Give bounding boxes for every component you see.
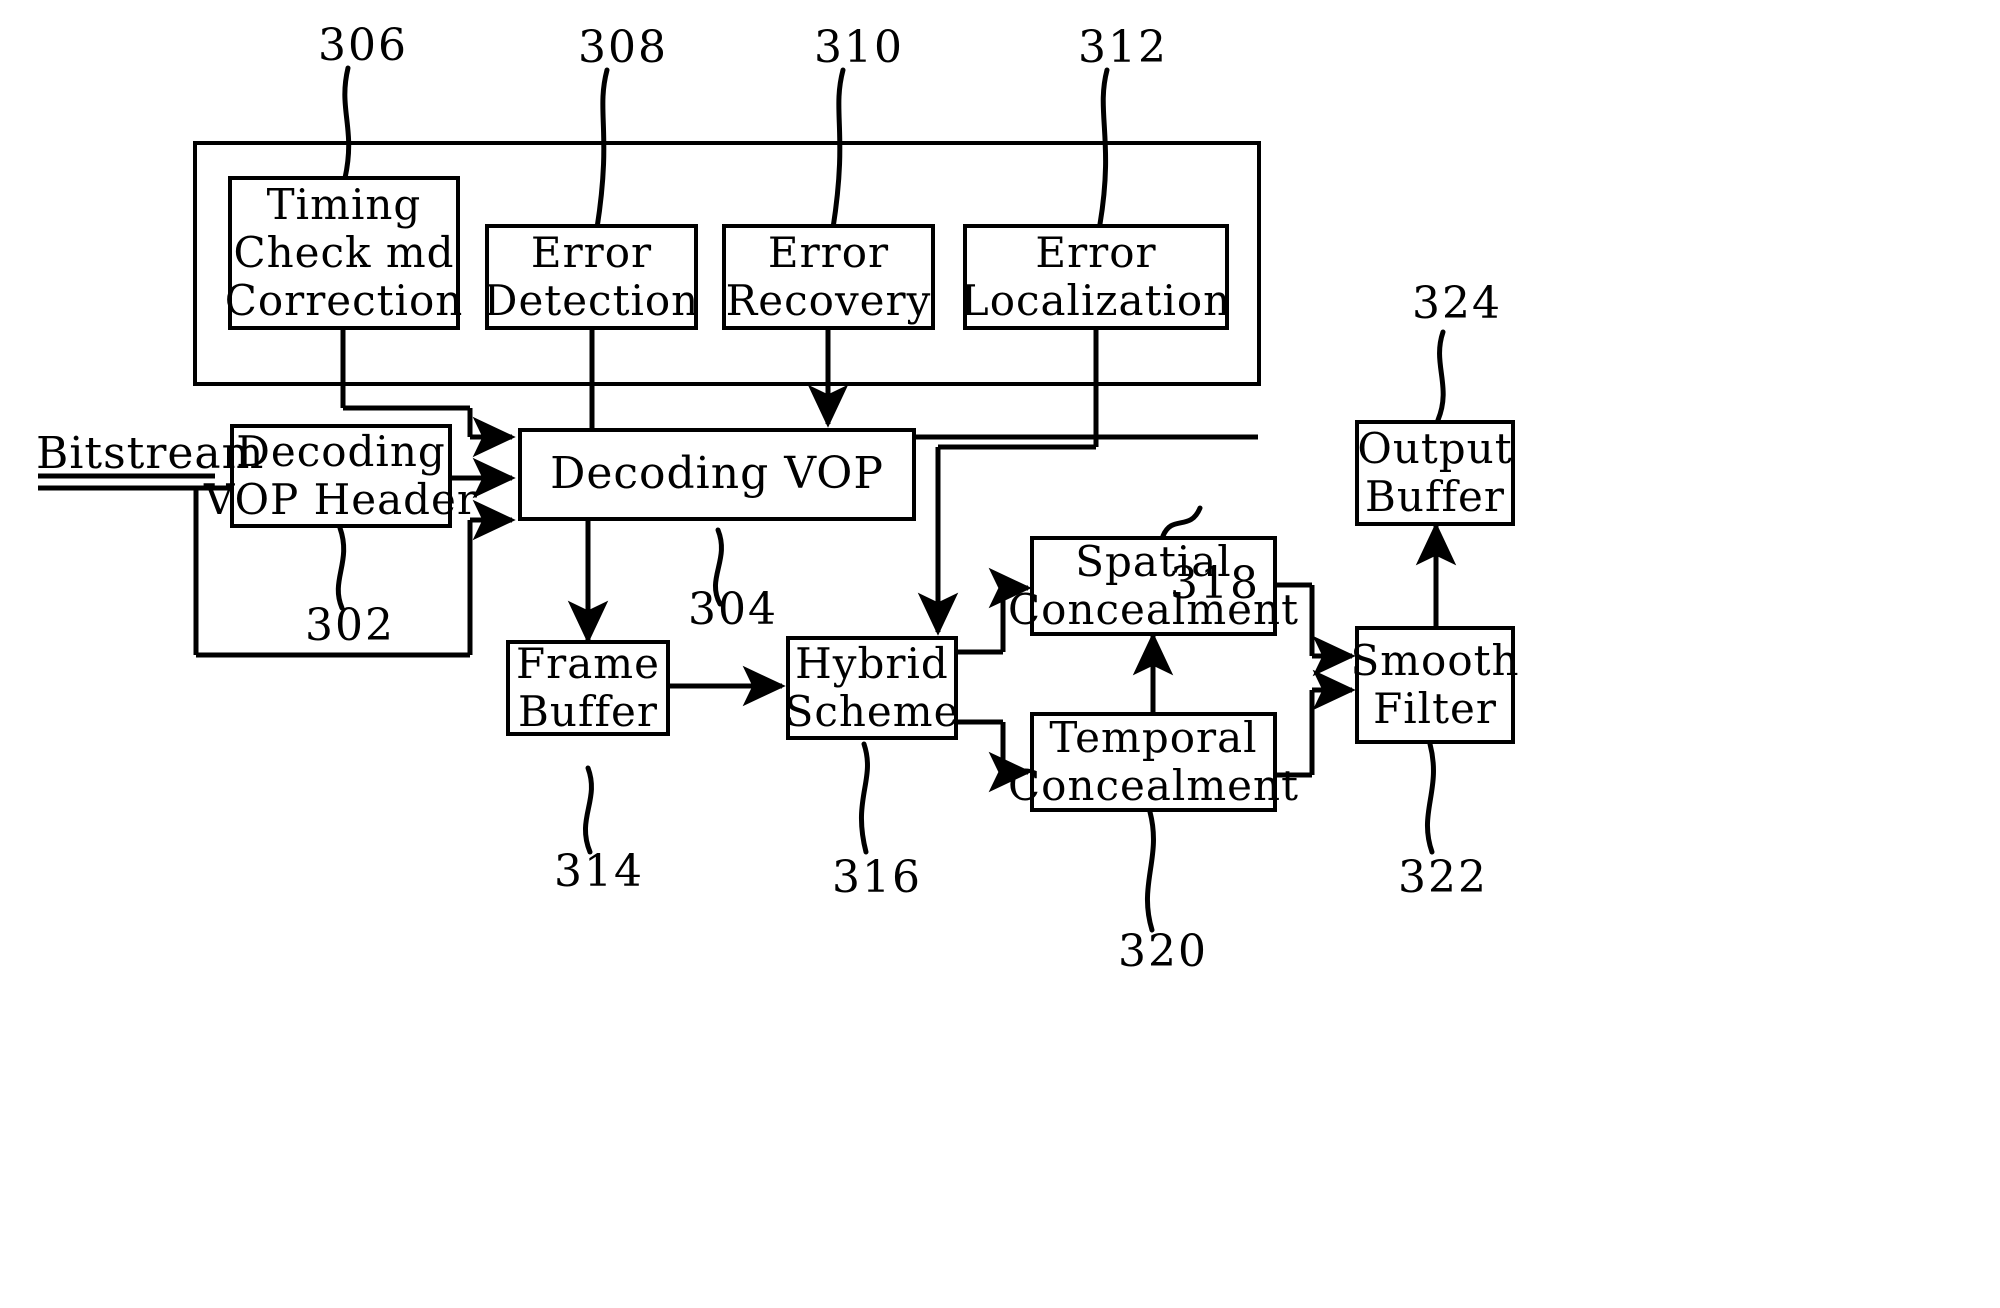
output-buffer-line-2: Buffer <box>1365 472 1505 521</box>
error-recovery-line-1: Error <box>767 228 890 278</box>
block-output-buffer[interactable]: Output Buffer <box>1355 420 1515 526</box>
patent-figure-canvas: Timing Check md Correction Error Detecti… <box>0 0 2000 1308</box>
timing-check-line-3: Correction <box>224 275 464 325</box>
leader-324 <box>1435 329 1446 423</box>
reference-numeral-312: 312 <box>1078 22 1168 73</box>
reference-numeral-310: 310 <box>814 22 904 73</box>
temporal-concealment-line-1: Temporal <box>1049 713 1258 763</box>
temporal-concealment-line-2: Concealment <box>1008 761 1299 810</box>
error-recovery-line-2: Recovery <box>725 276 932 325</box>
reference-numeral-316: 316 <box>832 852 922 903</box>
reference-numeral-324: 324 <box>1412 278 1502 329</box>
reference-numeral-308: 308 <box>578 22 668 73</box>
error-localization-line-1: Error <box>1035 228 1157 278</box>
reference-numeral-304: 304 <box>688 584 778 635</box>
block-timing-check-and-correction[interactable]: Timing Check md Correction <box>225 176 462 330</box>
smooth-filter-line-2: Filter <box>1373 684 1497 733</box>
decoding-vop-header-line-1: Decoding <box>236 427 446 477</box>
reference-numeral-306: 306 <box>318 20 408 71</box>
reference-numeral-302: 302 <box>305 600 395 651</box>
output-buffer-line-1: Output <box>1357 424 1513 474</box>
leader-322 <box>1424 741 1436 855</box>
block-error-detection[interactable]: Error Detection <box>483 224 700 330</box>
block-error-localization[interactable]: Error Localization <box>960 224 1232 330</box>
smooth-filter-line-1: Smooth <box>1350 636 1520 686</box>
frame-buffer-line-2: Buffer <box>518 687 658 736</box>
block-error-recovery[interactable]: Error Recovery <box>722 224 935 330</box>
block-frame-buffer[interactable]: Frame Buffer <box>506 640 670 736</box>
hybrid-scheme-line-2: Scheme <box>784 687 960 736</box>
reference-numeral-314: 314 <box>554 846 644 897</box>
block-smooth-filter[interactable]: Smooth Filter <box>1350 626 1519 744</box>
block-hybrid-scheme[interactable]: Hybrid Scheme <box>784 636 960 740</box>
block-decoding-vop[interactable]: Decoding VOP <box>518 428 916 521</box>
frame-buffer-line-1: Frame <box>516 639 660 689</box>
leader-318 <box>1160 505 1203 539</box>
reference-numeral-322: 322 <box>1398 852 1488 903</box>
error-detection-line-1: Error <box>530 228 653 278</box>
leader-302 <box>335 525 347 611</box>
timing-check-line-1: Timing <box>266 180 422 230</box>
reference-numeral-318: 318 <box>1170 558 1260 609</box>
reference-numeral-320: 320 <box>1118 926 1208 977</box>
hybrid-scheme-line-1: Hybrid <box>795 639 949 689</box>
leader-316 <box>858 741 870 855</box>
decoding-vop-header-line-2: VOP Header <box>204 475 478 524</box>
error-localization-line-2: Localization <box>960 276 1232 325</box>
error-detection-line-2: Detection <box>483 276 700 325</box>
leader-320 <box>1144 809 1156 933</box>
decoding-vop-line-1: Decoding VOP <box>550 448 884 500</box>
timing-check-line-2: Check md <box>233 228 455 278</box>
leader-314 <box>583 765 594 855</box>
bitstream-label: Bitstream <box>36 428 265 479</box>
block-temporal-concealment[interactable]: Temporal Concealment <box>1008 712 1298 812</box>
